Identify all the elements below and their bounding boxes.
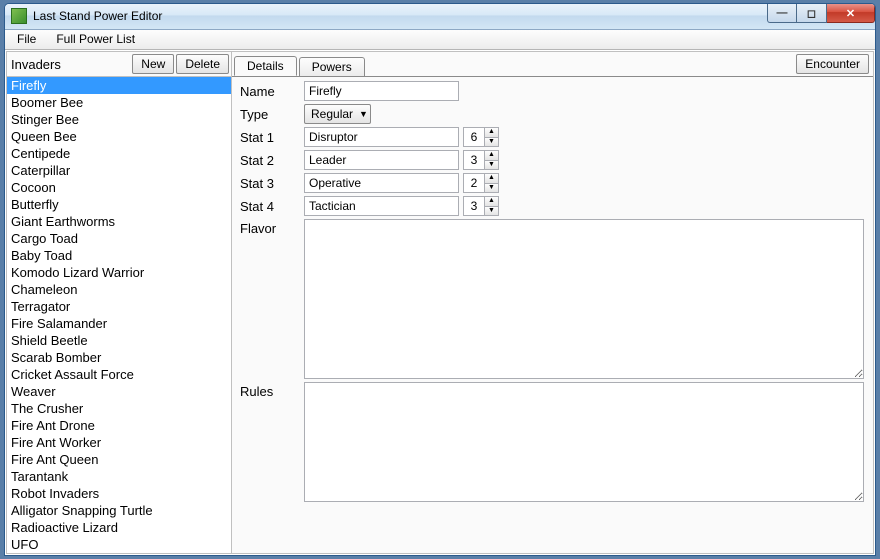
list-item[interactable]: Cargo Toad [7, 230, 231, 247]
list-item[interactable]: Fire Salamander [7, 315, 231, 332]
titlebar: Last Stand Power Editor — ◻ ✕ [5, 4, 875, 30]
stat3-name-input[interactable] [304, 173, 459, 193]
close-icon: ✕ [846, 7, 855, 20]
maximize-icon: ◻ [807, 7, 816, 20]
list-item[interactable]: Cricket Assault Force [7, 366, 231, 383]
label-stat4: Stat 4 [240, 199, 300, 214]
tab-powers[interactable]: Powers [299, 57, 365, 76]
label-stat3: Stat 3 [240, 176, 300, 191]
stat4-name-input[interactable] [304, 196, 459, 216]
menu-full-power-list[interactable]: Full Power List [48, 30, 143, 48]
spinner-down-icon[interactable]: ▼ [485, 138, 498, 147]
list-item[interactable]: Fire Ant Drone [7, 417, 231, 434]
name-input[interactable] [304, 81, 459, 101]
stat1-value: 6 [464, 128, 484, 146]
label-stat1: Stat 1 [240, 130, 300, 145]
minimize-button[interactable]: — [767, 4, 797, 23]
type-dropdown[interactable]: Regular ▼ [304, 104, 371, 124]
label-rules: Rules [240, 382, 300, 399]
stat4-value-spinner[interactable]: 3▲▼ [463, 196, 499, 216]
list-item[interactable]: Stinger Bee [7, 111, 231, 128]
tab-details[interactable]: Details [234, 56, 297, 76]
minimize-icon: — [777, 7, 788, 19]
stat3-value-spinner[interactable]: 2▲▼ [463, 173, 499, 193]
list-item[interactable]: Tarantank [7, 468, 231, 485]
list-item[interactable]: Baby Toad [7, 247, 231, 264]
stat2-value-spinner[interactable]: 3▲▼ [463, 150, 499, 170]
right-panel: Details Powers Encounter Name Type Regul… [232, 52, 873, 553]
spinner-up-icon[interactable]: ▲ [485, 197, 498, 207]
menubar: File Full Power List [5, 30, 875, 50]
flavor-textarea[interactable] [304, 219, 864, 379]
spinner-up-icon[interactable]: ▲ [485, 128, 498, 138]
stat2-name-input[interactable] [304, 150, 459, 170]
window-title: Last Stand Power Editor [33, 9, 162, 23]
list-item[interactable]: Shield Beetle [7, 332, 231, 349]
label-stat2: Stat 2 [240, 153, 300, 168]
list-item[interactable]: Firefly [7, 77, 231, 94]
list-item[interactable]: Komodo Lizard Warrior [7, 264, 231, 281]
label-name: Name [240, 84, 300, 99]
tab-bar: Details Powers Encounter [232, 52, 873, 77]
list-item[interactable]: Radioactive Lizard [7, 519, 231, 536]
new-button[interactable]: New [132, 54, 174, 74]
label-type: Type [240, 107, 300, 122]
label-flavor: Flavor [240, 219, 300, 236]
spinner-down-icon[interactable]: ▼ [485, 207, 498, 216]
list-item[interactable]: Scarab Bomber [7, 349, 231, 366]
maximize-button[interactable]: ◻ [797, 4, 827, 23]
details-form: Name Type Regular▼ Stat 1 6▲▼ Stat 2 3▲▼… [232, 77, 873, 506]
stat2-value: 3 [464, 151, 484, 169]
stat1-value-spinner[interactable]: 6▲▼ [463, 127, 499, 147]
list-item[interactable]: Cocoon [7, 179, 231, 196]
list-item[interactable]: Caterpillar [7, 162, 231, 179]
rules-textarea[interactable] [304, 382, 864, 502]
content-area: Invaders New Delete FireflyBoomer BeeSti… [6, 51, 874, 554]
list-item[interactable]: Robot Invaders [7, 485, 231, 502]
stat3-value: 2 [464, 174, 484, 192]
type-value: Regular [311, 107, 353, 121]
app-icon [11, 8, 27, 24]
delete-button[interactable]: Delete [176, 54, 229, 74]
left-panel-title: Invaders [11, 57, 130, 72]
list-item[interactable]: Alligator Snapping Turtle [7, 502, 231, 519]
window-controls: — ◻ ✕ [767, 4, 875, 23]
list-item[interactable]: Terragator [7, 298, 231, 315]
list-item[interactable]: UFO [7, 536, 231, 553]
invader-list[interactable]: FireflyBoomer BeeStinger BeeQueen BeeCen… [7, 76, 231, 553]
spinner-up-icon[interactable]: ▲ [485, 174, 498, 184]
list-item[interactable]: Butterfly [7, 196, 231, 213]
list-item[interactable]: The Crusher [7, 400, 231, 417]
menu-file[interactable]: File [9, 30, 44, 48]
spinner-down-icon[interactable]: ▼ [485, 161, 498, 170]
list-item[interactable]: Weaver [7, 383, 231, 400]
encounter-button[interactable]: Encounter [796, 54, 869, 74]
list-item[interactable]: Chameleon [7, 281, 231, 298]
close-button[interactable]: ✕ [827, 4, 875, 23]
stat1-name-input[interactable] [304, 127, 459, 147]
list-item[interactable]: Fire Ant Worker [7, 434, 231, 451]
left-panel: Invaders New Delete FireflyBoomer BeeSti… [7, 52, 232, 553]
spinner-down-icon[interactable]: ▼ [485, 184, 498, 193]
list-item[interactable]: Centipede [7, 145, 231, 162]
list-item[interactable]: Fire Ant Queen [7, 451, 231, 468]
app-window: Last Stand Power Editor — ◻ ✕ File Full … [4, 3, 876, 556]
spinner-up-icon[interactable]: ▲ [485, 151, 498, 161]
list-item[interactable]: Giant Earthworms [7, 213, 231, 230]
left-panel-header: Invaders New Delete [7, 52, 231, 76]
list-item[interactable]: Queen Bee [7, 128, 231, 145]
chevron-down-icon: ▼ [359, 109, 368, 119]
stat4-value: 3 [464, 197, 484, 215]
list-item[interactable]: Boomer Bee [7, 94, 231, 111]
